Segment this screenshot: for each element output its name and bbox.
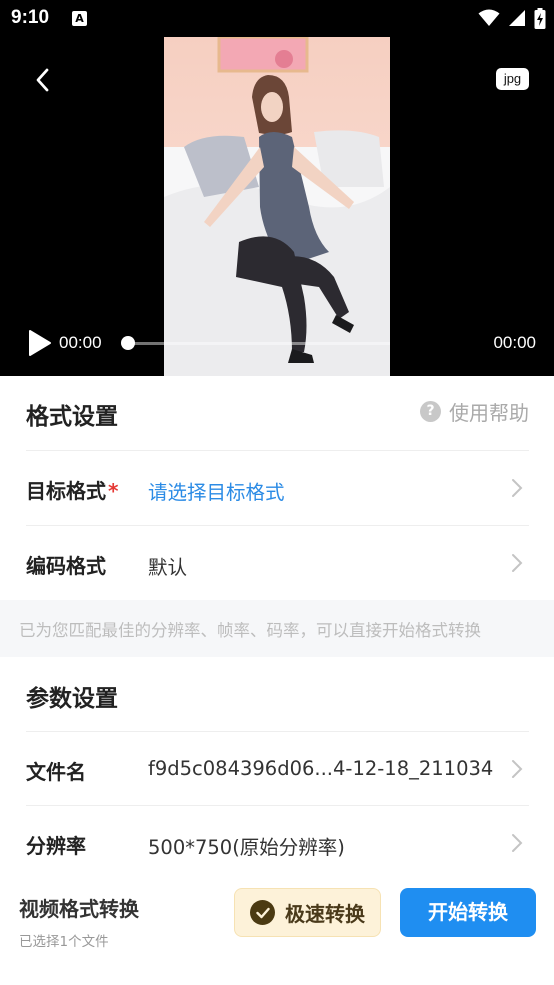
seek-bar[interactable] bbox=[128, 342, 390, 345]
seek-handle[interactable] bbox=[121, 336, 135, 350]
encoding-format-value[interactable]: 默认 bbox=[148, 551, 187, 580]
wifi-icon bbox=[478, 9, 500, 26]
param-settings-title: 参数设置 bbox=[26, 686, 118, 712]
chevron-right-icon bbox=[512, 834, 523, 852]
format-settings-title: 格式设置 bbox=[26, 404, 118, 430]
help-label: 使用帮助 bbox=[449, 401, 529, 425]
filename-value[interactable]: f9d5c084396d06...4-12-18_211034 bbox=[148, 757, 493, 780]
preview-image bbox=[164, 37, 390, 376]
help-icon: ? bbox=[420, 401, 441, 422]
status-bar: 9:10 A bbox=[0, 0, 554, 37]
resolution-row[interactable]: 分辨率 500*750(原始分辨率) bbox=[26, 805, 529, 879]
current-time: 00:00 bbox=[59, 333, 102, 352]
filename-label: 文件名 bbox=[26, 760, 86, 784]
encoding-format-row[interactable]: 编码格式 默认 bbox=[26, 525, 529, 599]
back-arrow-icon[interactable] bbox=[32, 65, 54, 95]
target-format-row[interactable]: 目标格式 * 请选择目标格式 bbox=[26, 450, 529, 524]
chevron-right-icon bbox=[512, 479, 523, 497]
media-preview: jpg 00:00 00:00 bbox=[0, 37, 554, 376]
status-time: 9:10 bbox=[11, 7, 50, 28]
bottom-action-bar: 视频格式转换 已选择1个文件 极速转换 开始转换 bbox=[0, 873, 554, 985]
tip-text: 已为您匹配最佳的分辨率、帧率、码率，可以直接开始格式转换 bbox=[19, 621, 481, 640]
resolution-value[interactable]: 500*750(原始分辨率) bbox=[148, 831, 345, 860]
target-format-value[interactable]: 请选择目标格式 bbox=[148, 476, 285, 505]
battery-charging-icon bbox=[534, 7, 546, 29]
encoding-format-label: 编码格式 bbox=[26, 554, 106, 578]
status-icons bbox=[478, 7, 546, 29]
filename-row[interactable]: 文件名 f9d5c084396d06...4-12-18_211034 bbox=[26, 731, 529, 805]
help-link[interactable]: ? 使用帮助 bbox=[420, 397, 529, 426]
play-icon[interactable] bbox=[28, 329, 52, 357]
cellular-signal-icon bbox=[509, 10, 525, 26]
fast-convert-button[interactable]: 极速转换 bbox=[234, 888, 381, 937]
total-time: 00:00 bbox=[493, 333, 536, 352]
start-convert-button[interactable]: 开始转换 bbox=[400, 888, 536, 937]
tool-title: 视频格式转换 bbox=[19, 897, 139, 921]
a-letter-icon: A bbox=[72, 11, 87, 26]
tip-band: 已为您匹配最佳的分辨率、帧率、码率，可以直接开始格式转换 bbox=[0, 600, 554, 657]
chevron-right-icon bbox=[512, 554, 523, 572]
required-mark: * bbox=[108, 479, 119, 503]
target-format-label: 目标格式 * bbox=[26, 479, 119, 503]
chevron-right-icon bbox=[512, 760, 523, 778]
check-icon bbox=[250, 900, 275, 925]
resolution-label: 分辨率 bbox=[26, 834, 86, 858]
format-badge: jpg bbox=[496, 68, 529, 90]
fast-convert-label: 极速转换 bbox=[285, 902, 365, 926]
selected-count: 已选择1个文件 bbox=[19, 934, 109, 950]
